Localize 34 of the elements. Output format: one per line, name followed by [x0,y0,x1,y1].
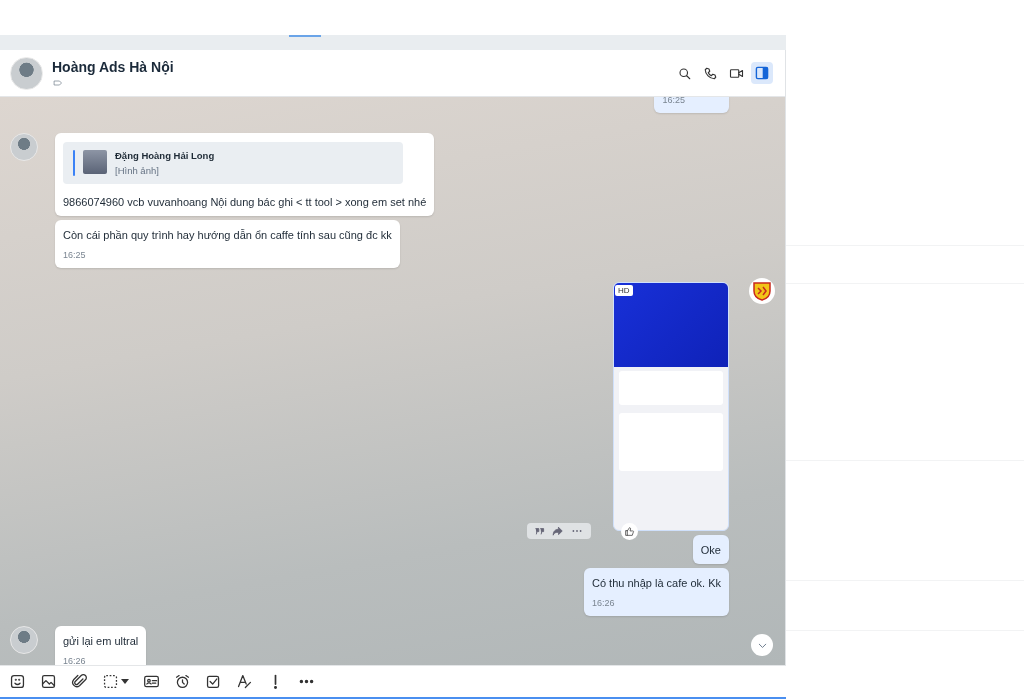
quote-icon[interactable] [534,525,546,537]
message-time: 16:25 [63,250,87,260]
sticker-icon[interactable] [9,673,26,690]
phone-icon[interactable] [702,65,718,81]
info-panel-toggle[interactable] [751,62,773,84]
message-time: 16:25 [662,97,685,105]
message-time: 16:26 [591,598,616,608]
message-text: 9866074960 vcb vuvanhoang Nội dung bác ghi < tt tool > xong em set nhé [63,196,427,208]
screenshot-capture-button[interactable] [102,673,129,690]
checkbox-icon[interactable] [205,673,222,690]
quoted-message[interactable]: Đặng Hoàng Hải Long [Hình ảnh] [63,142,403,184]
search-icon[interactable] [676,65,692,81]
sender-avatar[interactable] [10,626,38,654]
quote-caption: [Hình ảnh] [115,165,160,176]
caret-icon[interactable] [121,678,129,685]
message-text: gửi lại em ultral [63,635,139,647]
image-icon[interactable] [40,673,57,690]
text-format-icon[interactable] [236,673,253,690]
quote-author: Đặng Hoàng Hải Long [115,150,215,161]
contact-card-icon[interactable] [143,673,160,690]
message-time: 16:26 [63,656,87,665]
message-text: Oke [700,544,721,556]
message-text: Còn cái phần quy trình hay hướng dẫn ổn caffe tính sau cũng đc kk [63,229,392,241]
contact-name: Hoàng Ads Hà Nội [52,58,175,75]
message-text: Có thu nhập là cafe ok. Kk [591,577,721,589]
shield-logo-avatar[interactable] [749,278,775,304]
paperclip-icon[interactable] [71,673,88,690]
screenshot-image[interactable] [613,282,729,531]
hd-badge: HD [615,285,633,296]
image-thumbnail [83,150,107,174]
alarm-clock-icon[interactable] [174,673,191,690]
share-arrow-icon[interactable] [552,525,564,537]
contact-avatar[interactable] [10,56,43,90]
sender-avatar[interactable] [10,133,38,161]
